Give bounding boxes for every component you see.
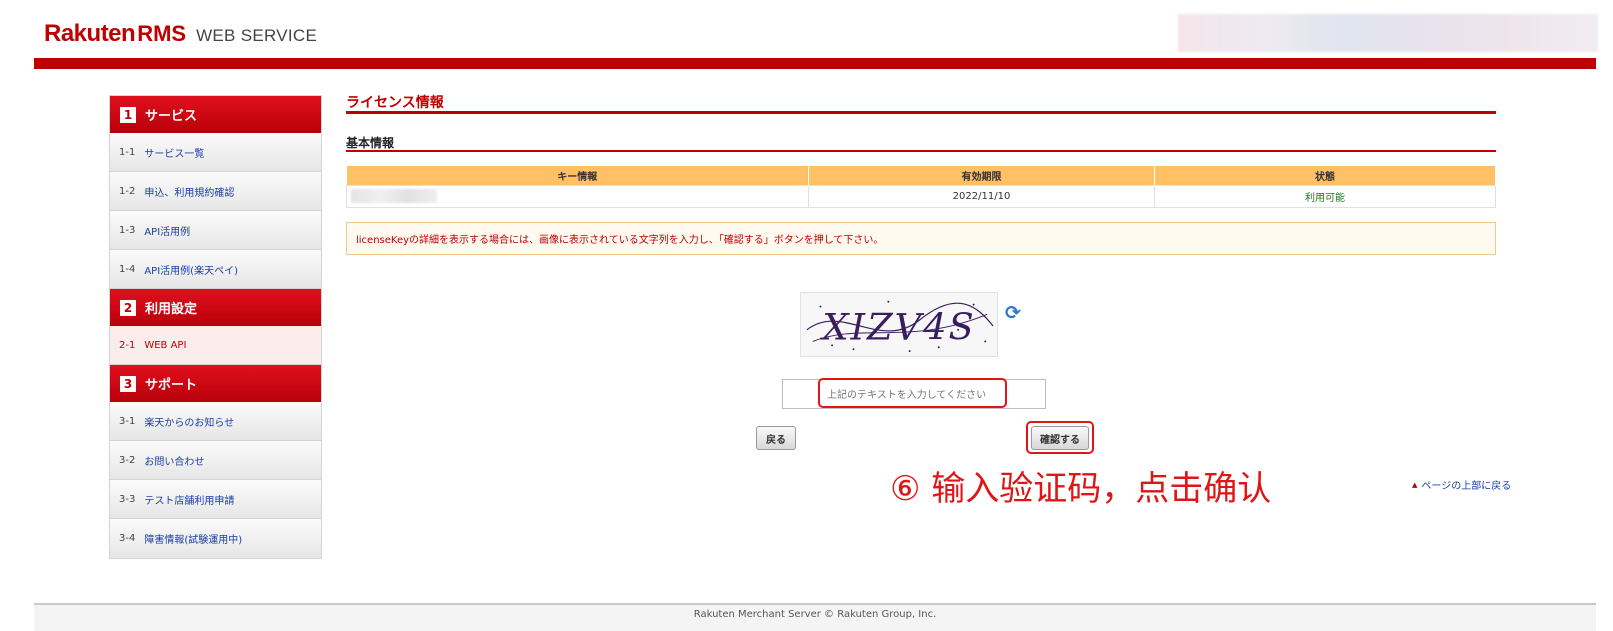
sidebar-item-test-store[interactable]: 3-3 テスト店舗利用申請 (110, 480, 321, 519)
item-number: 3-1 (119, 415, 136, 427)
section-number: 2 (120, 299, 136, 316)
section-title: 利用設定 (145, 302, 198, 317)
item-number: 3-3 (119, 493, 136, 505)
table-row: 2022/11/10 利用可能 (346, 184, 1496, 208)
status-cell: 利用可能 (1154, 184, 1496, 208)
captcha-text: XIZV4S (819, 306, 975, 349)
item-label: サービス一覧 (144, 148, 205, 160)
item-label: 楽天からのお知らせ (144, 417, 235, 429)
item-number: 2-1 (119, 339, 136, 351)
item-number: 3-2 (119, 454, 136, 466)
logo-rms: RMS (137, 21, 187, 46)
section-title-basic-info: 基本情報 (346, 134, 1496, 152)
footer: Rakuten Merchant Server © Rakuten Group,… (34, 603, 1596, 631)
item-number: 3-4 (119, 533, 136, 544)
sidebar-item-incident-info[interactable]: 3-4 障害情報(試験運用中) (110, 519, 321, 558)
section-number: 3 (120, 375, 136, 392)
back-button[interactable]: 戻る (756, 426, 796, 450)
captcha-input-box (782, 379, 1046, 409)
section-number: 1 (120, 106, 136, 123)
sidebar-item-news[interactable]: 3-1 楽天からのお知らせ (110, 402, 321, 441)
sidebar-item-service-list[interactable]: 1-1 サービス一覧 (110, 133, 321, 172)
sidebar-section-settings: 2 利用設定 (110, 289, 321, 326)
header: RakutenRMS WEB SERVICE (0, 0, 1613, 70)
item-label: 障害情報(試験運用中) (144, 535, 243, 546)
item-number: 1-4 (119, 263, 136, 275)
section-title: サービス (145, 109, 198, 124)
table-header-row: キー情報 有効期限 状態 (346, 166, 1496, 185)
page-top-link[interactable]: ▲ ページの上部に戻る (1412, 477, 1512, 493)
captcha-input[interactable] (827, 385, 1003, 405)
item-number: 1-3 (119, 224, 136, 236)
item-label: 申込、利用規約確認 (144, 187, 235, 199)
sidebar-item-contact[interactable]: 3-2 お問い合わせ (110, 441, 321, 480)
item-label: API活用例(楽天ペイ) (144, 265, 238, 277)
logo-service: WEB SERVICE (196, 26, 318, 45)
item-number: 1-2 (119, 185, 136, 197)
key-cell-redacted (346, 184, 809, 208)
captcha-image: XIZV4S (800, 292, 998, 357)
page-title: ライセンス情報 (346, 92, 1496, 114)
page-top-label: ページの上部に戻る (1421, 481, 1512, 492)
license-table: キー情報 有効期限 状態 2022/11/10 利用可能 (346, 166, 1496, 208)
column-header-key: キー情報 (346, 166, 809, 185)
header-red-bar (34, 58, 1596, 69)
item-label: お問い合わせ (144, 456, 205, 468)
item-number: 1-1 (119, 146, 136, 158)
column-header-expiry: 有効期限 (808, 166, 1155, 185)
main-content: ライセンス情報 基本情報 キー情報 有効期限 状態 2022/11/10 利用可… (346, 92, 1496, 255)
sidebar-item-api-examples[interactable]: 1-3 API活用例 (110, 211, 321, 250)
item-label: テスト店舗利用申請 (144, 495, 235, 507)
blurred-user-info (1178, 14, 1598, 52)
sidebar-item-api-examples-pay[interactable]: 1-4 API活用例(楽天ペイ) (110, 250, 321, 289)
column-header-status: 状態 (1154, 166, 1496, 185)
annotation-text: ⑥ 输入验证码，点击确认 (890, 469, 1272, 509)
sidebar-item-application-terms[interactable]: 1-2 申込、利用規約確認 (110, 172, 321, 211)
sidebar-section-support: 3 サポート (110, 365, 321, 402)
section-title: サポート (145, 378, 198, 393)
item-label: API活用例 (144, 226, 191, 238)
instruction-notice: licenseKeyの詳細を表示する場合には、画像に表示されている文字列を入力し… (346, 221, 1496, 255)
sidebar-item-web-api[interactable]: 2-1 WEB API (110, 326, 321, 365)
sidebar: 1 サービス 1-1 サービス一覧 1-2 申込、利用規約確認 1-3 API活… (109, 95, 322, 559)
confirm-button[interactable]: 確認する (1031, 426, 1089, 450)
sidebar-section-service: 1 サービス (110, 96, 321, 133)
expiry-cell: 2022/11/10 (808, 184, 1155, 208)
refresh-captcha-icon[interactable]: ⟳ (1005, 302, 1021, 324)
logo-brand: Rakuten (44, 20, 136, 47)
item-label: WEB API (144, 339, 187, 351)
triangle-up-icon: ▲ (1412, 480, 1418, 489)
redacted-key (351, 189, 437, 203)
rakuten-rms-logo[interactable]: RakutenRMS WEB SERVICE (44, 20, 317, 48)
